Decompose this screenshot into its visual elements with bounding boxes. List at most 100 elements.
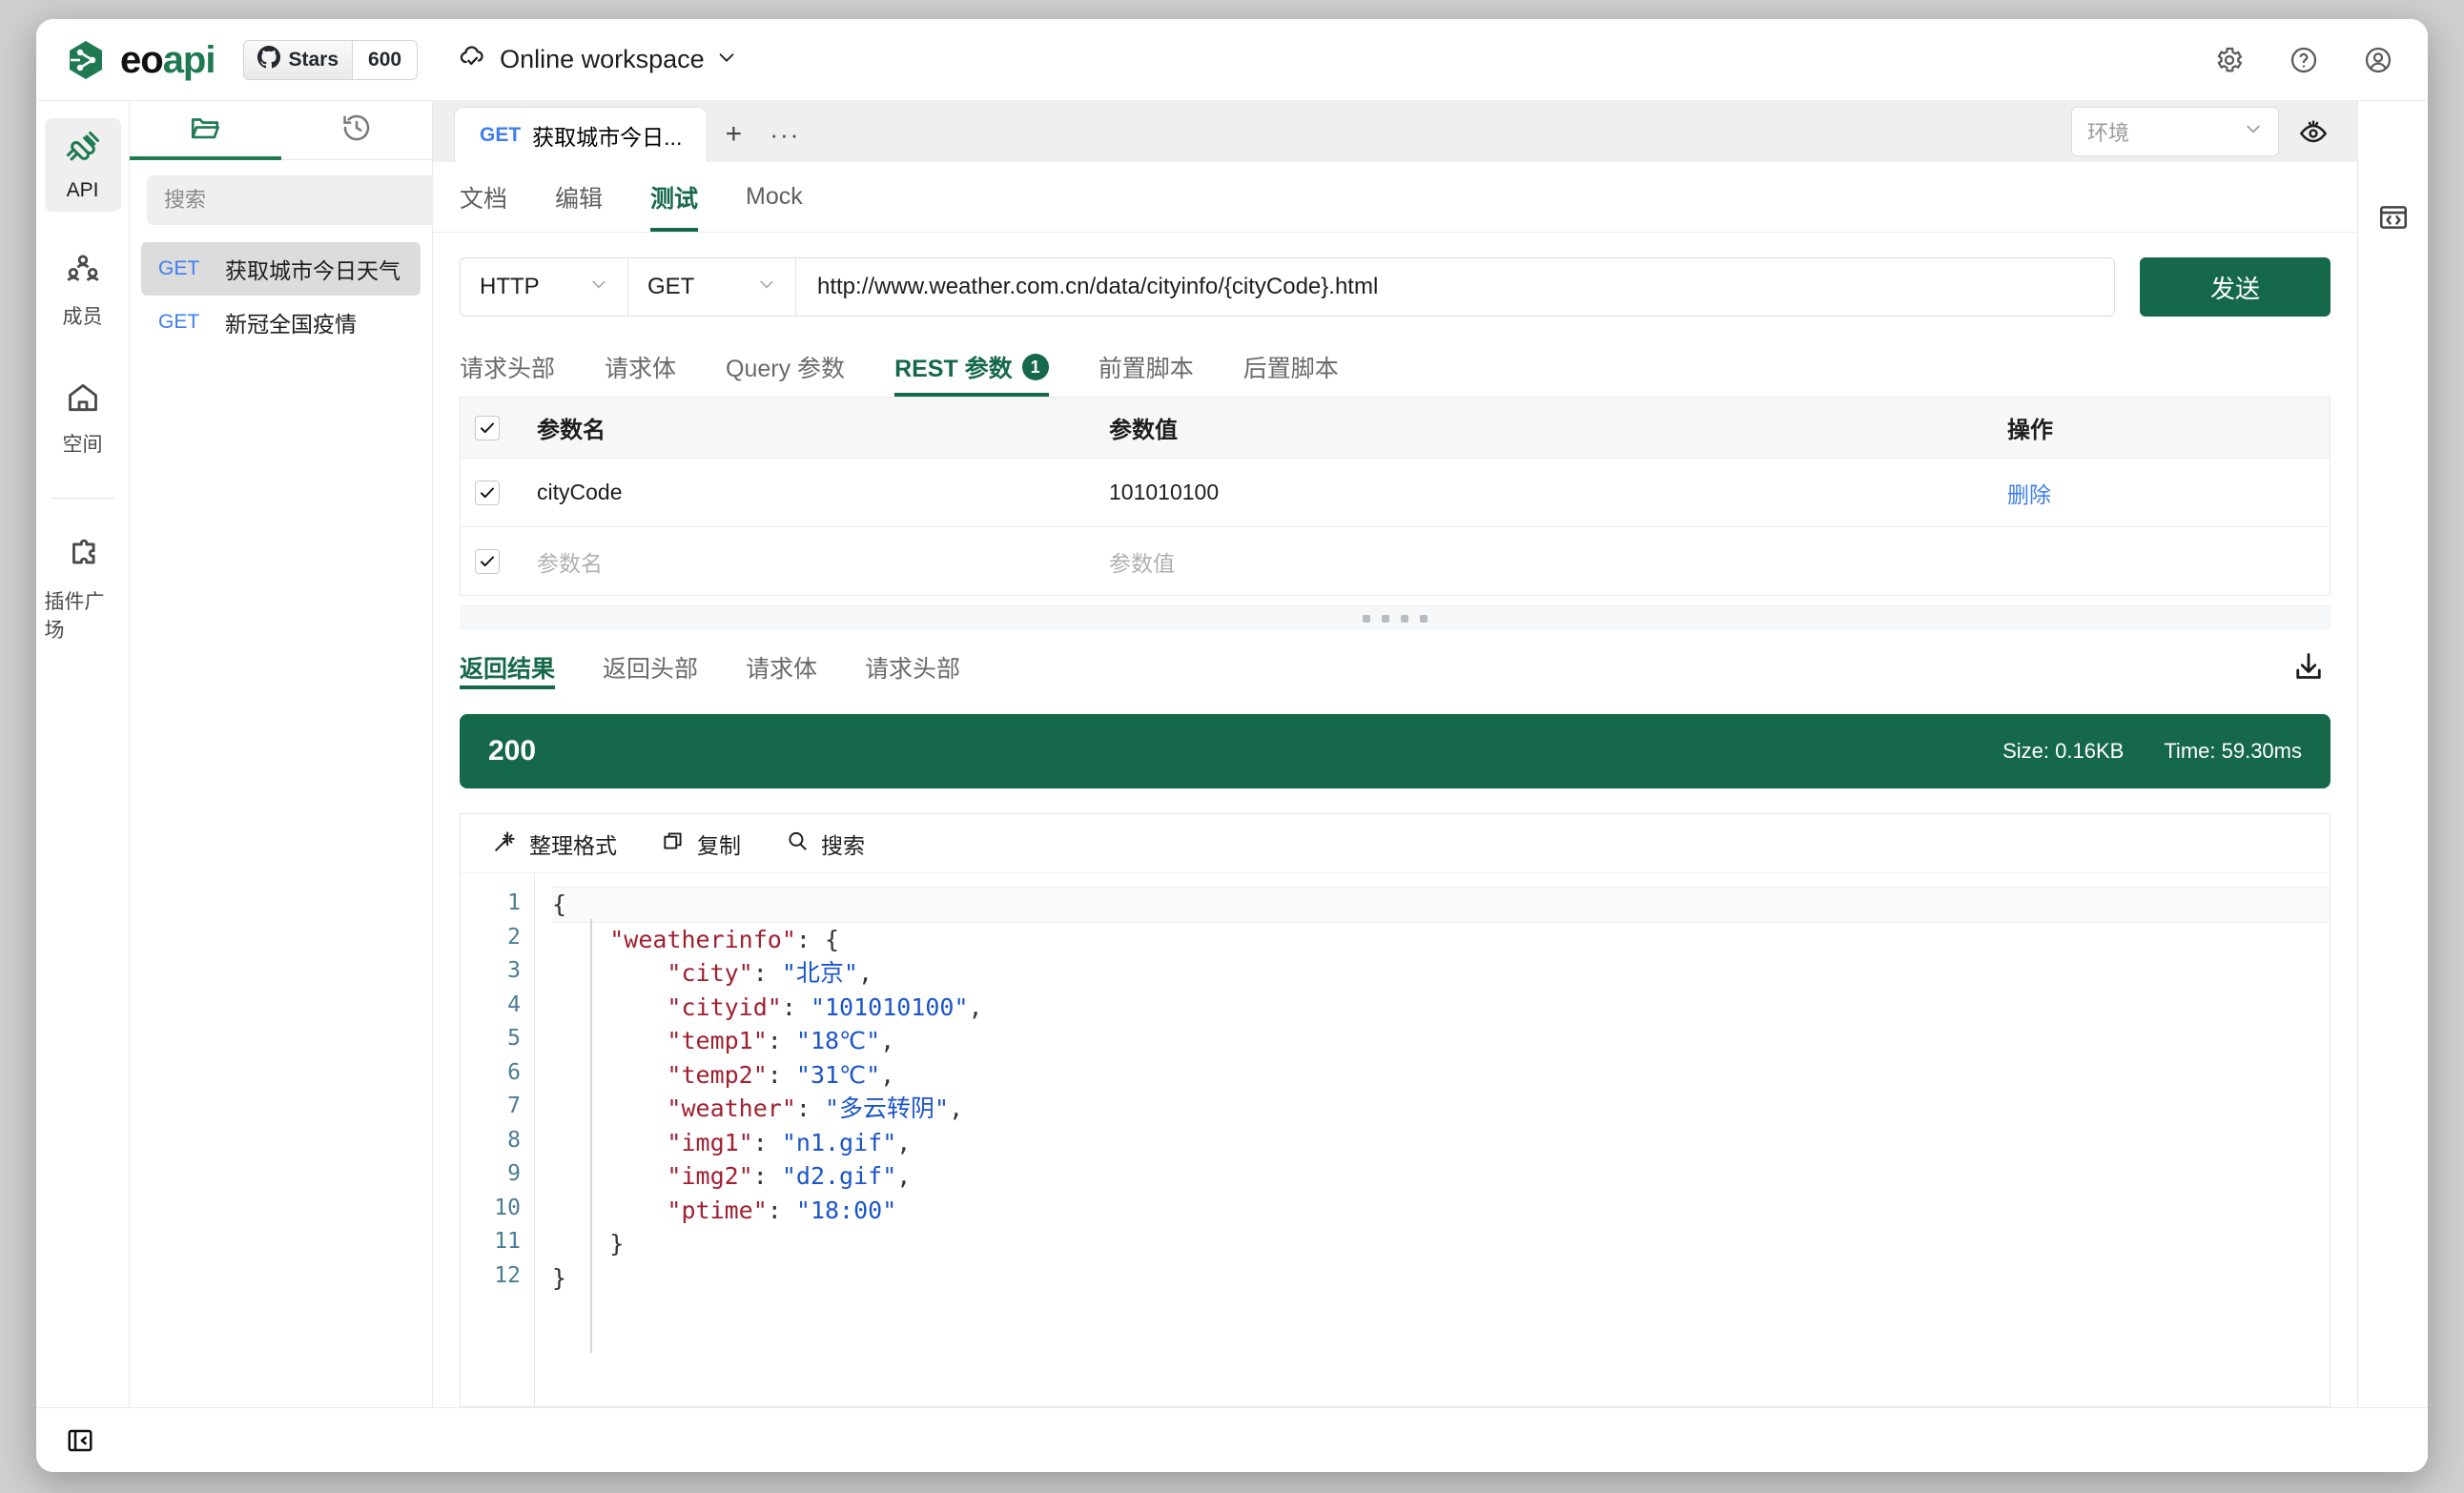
environment-select[interactable]: 环境 [2071, 107, 2279, 156]
url-group: HTTP GET [460, 257, 2115, 317]
api-section-tabs: 文档 编辑 测试 Mock [433, 162, 2357, 233]
response-time: Time: 59.30ms [2164, 739, 2302, 763]
tab-more-button[interactable]: ··· [759, 107, 811, 162]
code-line: "weather": "多云转阴", [667, 1094, 964, 1122]
history-icon [340, 112, 373, 149]
code-line: "cityid": "101010100", [667, 992, 983, 1021]
sidebar-item-workspace[interactable]: 空间 [45, 368, 121, 467]
response-tabs: 返回结果 返回头部 请求体 请求头部 [433, 630, 2357, 705]
column-header-value: 参数值 [1109, 418, 1178, 443]
table-row: cityCode 101010100 删除 [461, 459, 2330, 527]
sidebar-item-members[interactable]: 成员 [45, 240, 121, 339]
workspace-switcher[interactable]: Online workspace [458, 41, 737, 78]
explorer-tab-history[interactable] [281, 101, 433, 159]
environment-area: 环境 [2071, 107, 2357, 162]
json-toolbar: 整理格式 复制 搜索 [461, 814, 2330, 873]
environment-placeholder: 环境 [2087, 121, 2130, 145]
tab-mock[interactable]: Mock [746, 162, 803, 232]
sidebar-item-plugins[interactable]: 插件广场 [45, 525, 121, 653]
sidebar-item-plugins-label: 插件广场 [44, 591, 105, 642]
send-button[interactable]: 发送 [2140, 257, 2331, 317]
tab-sent-headers[interactable]: 请求头部 [865, 630, 960, 705]
top-bar: eoapi Stars 600 Online workspace [36, 19, 2428, 101]
grip-dot [1382, 614, 1389, 623]
eye-icon[interactable] [2296, 114, 2331, 149]
new-tab-button[interactable]: + [708, 107, 759, 162]
tab-test[interactable]: 测试 [650, 162, 699, 232]
code-brackets-icon[interactable] [2376, 200, 2411, 235]
list-item[interactable]: GET 新冠全国疫情 [141, 296, 421, 349]
code-line: "temp1": "18℃", [667, 1027, 895, 1054]
code-line: "weatherinfo": { [609, 925, 840, 953]
format-json-button[interactable]: 整理格式 [493, 828, 617, 860]
sidebar-item-workspace-label: 空间 [62, 434, 103, 456]
select-all-cell [461, 415, 514, 440]
topbar-actions [2212, 43, 2395, 77]
response-viewer: 整理格式 复制 搜索 1 2 3 4 5 6 7 8 9 10 11 12 {… [460, 813, 2331, 1407]
brand-name: eoapi [120, 38, 216, 81]
members-icon [65, 252, 101, 293]
select-all-checkbox[interactable] [475, 415, 500, 440]
method-select[interactable]: GET [628, 258, 796, 316]
stars-count: 600 [353, 39, 419, 80]
explorer-tab-folder[interactable] [130, 101, 281, 160]
grip-dot [1420, 614, 1427, 623]
line-number: 6 [507, 1059, 521, 1085]
brand-logo[interactable]: eoapi [65, 38, 216, 81]
user-icon[interactable] [2361, 43, 2395, 77]
tab-rest-params[interactable]: REST 参数 1 [894, 337, 1049, 397]
tab-get-city-weather[interactable]: GET 获取城市今日... [454, 107, 708, 162]
method-value: GET [647, 274, 695, 299]
line-number: 1 [507, 890, 521, 915]
question-icon[interactable] [2287, 43, 2321, 77]
tab-response-body[interactable]: 返回结果 [460, 630, 556, 705]
magic-wand-icon [493, 828, 518, 859]
tab-request-headers[interactable]: 请求头部 [460, 337, 555, 397]
github-stars-badge[interactable]: Stars 600 [243, 39, 419, 80]
status-code: 200 [488, 735, 537, 767]
json-code[interactable]: { "weatherinfo": { "city": "北京", "cityid… [535, 873, 2330, 1406]
url-input[interactable] [796, 258, 2114, 316]
download-icon[interactable] [2287, 645, 2331, 689]
tab-edit[interactable]: 编辑 [555, 162, 603, 232]
table-row-empty: 参数名 参数值 [461, 527, 2330, 596]
sidebar-item-api[interactable]: API [44, 118, 121, 212]
tab-response-headers[interactable]: 返回头部 [603, 630, 698, 705]
copy-button[interactable]: 复制 [661, 828, 741, 860]
delete-param-link[interactable]: 删除 [2007, 482, 2051, 507]
search-icon [785, 828, 810, 859]
tab-label: 前置脚本 [1098, 356, 1194, 382]
document-tabbar: GET 获取城市今日... + ··· 环境 [433, 101, 2357, 162]
tab-sent-body[interactable]: 请求体 [746, 630, 817, 705]
explorer-tabs [130, 101, 432, 160]
tab-request-body[interactable]: 请求体 [605, 337, 676, 397]
chevron-down-icon [716, 45, 737, 74]
collapse-panel-icon[interactable] [63, 1423, 97, 1458]
protocol-select[interactable]: HTTP [461, 258, 628, 316]
line-number: 10 [494, 1195, 521, 1220]
tab-query-params[interactable]: Query 参数 [726, 337, 845, 397]
tab-post-script[interactable]: 后置脚本 [1243, 337, 1339, 397]
row-select-cell [461, 548, 514, 574]
list-item[interactable]: GET 获取城市今日天气 [141, 242, 421, 296]
plugin-icon [65, 537, 101, 578]
search-json-button[interactable]: 搜索 [785, 828, 865, 860]
param-name-placeholder[interactable]: 参数名 [514, 545, 1086, 578]
tab-label: REST 参数 [894, 356, 1013, 382]
param-value-placeholder[interactable]: 参数值 [1086, 545, 1986, 578]
gear-icon[interactable] [2212, 43, 2247, 77]
row-checkbox[interactable] [475, 480, 500, 505]
main-content: GET 获取城市今日... + ··· 环境 文档 编辑 测试 Mock HTT… [433, 101, 2428, 1407]
tab-label: Query 参数 [726, 356, 846, 382]
column-header-name: 参数名 [537, 418, 606, 443]
search-input[interactable] [147, 175, 456, 225]
desktop-background: eoapi Stars 600 Online workspace API 成员 … [0, 0, 2464, 1493]
panel-resize-handle[interactable] [460, 605, 2331, 630]
param-name-cell[interactable]: cityCode [514, 480, 1086, 505]
app-body: API 成员 空间 插件广场 搜索 GET 获取城市今日天气 GET 新冠全国疫… [36, 101, 2428, 1407]
tab-doc[interactable]: 文档 [460, 162, 507, 232]
row-checkbox[interactable] [475, 548, 500, 574]
tab-pre-script[interactable]: 前置脚本 [1099, 337, 1194, 397]
param-value-cell[interactable]: 101010100 [1086, 480, 1986, 505]
stars-button[interactable]: Stars [243, 39, 354, 80]
